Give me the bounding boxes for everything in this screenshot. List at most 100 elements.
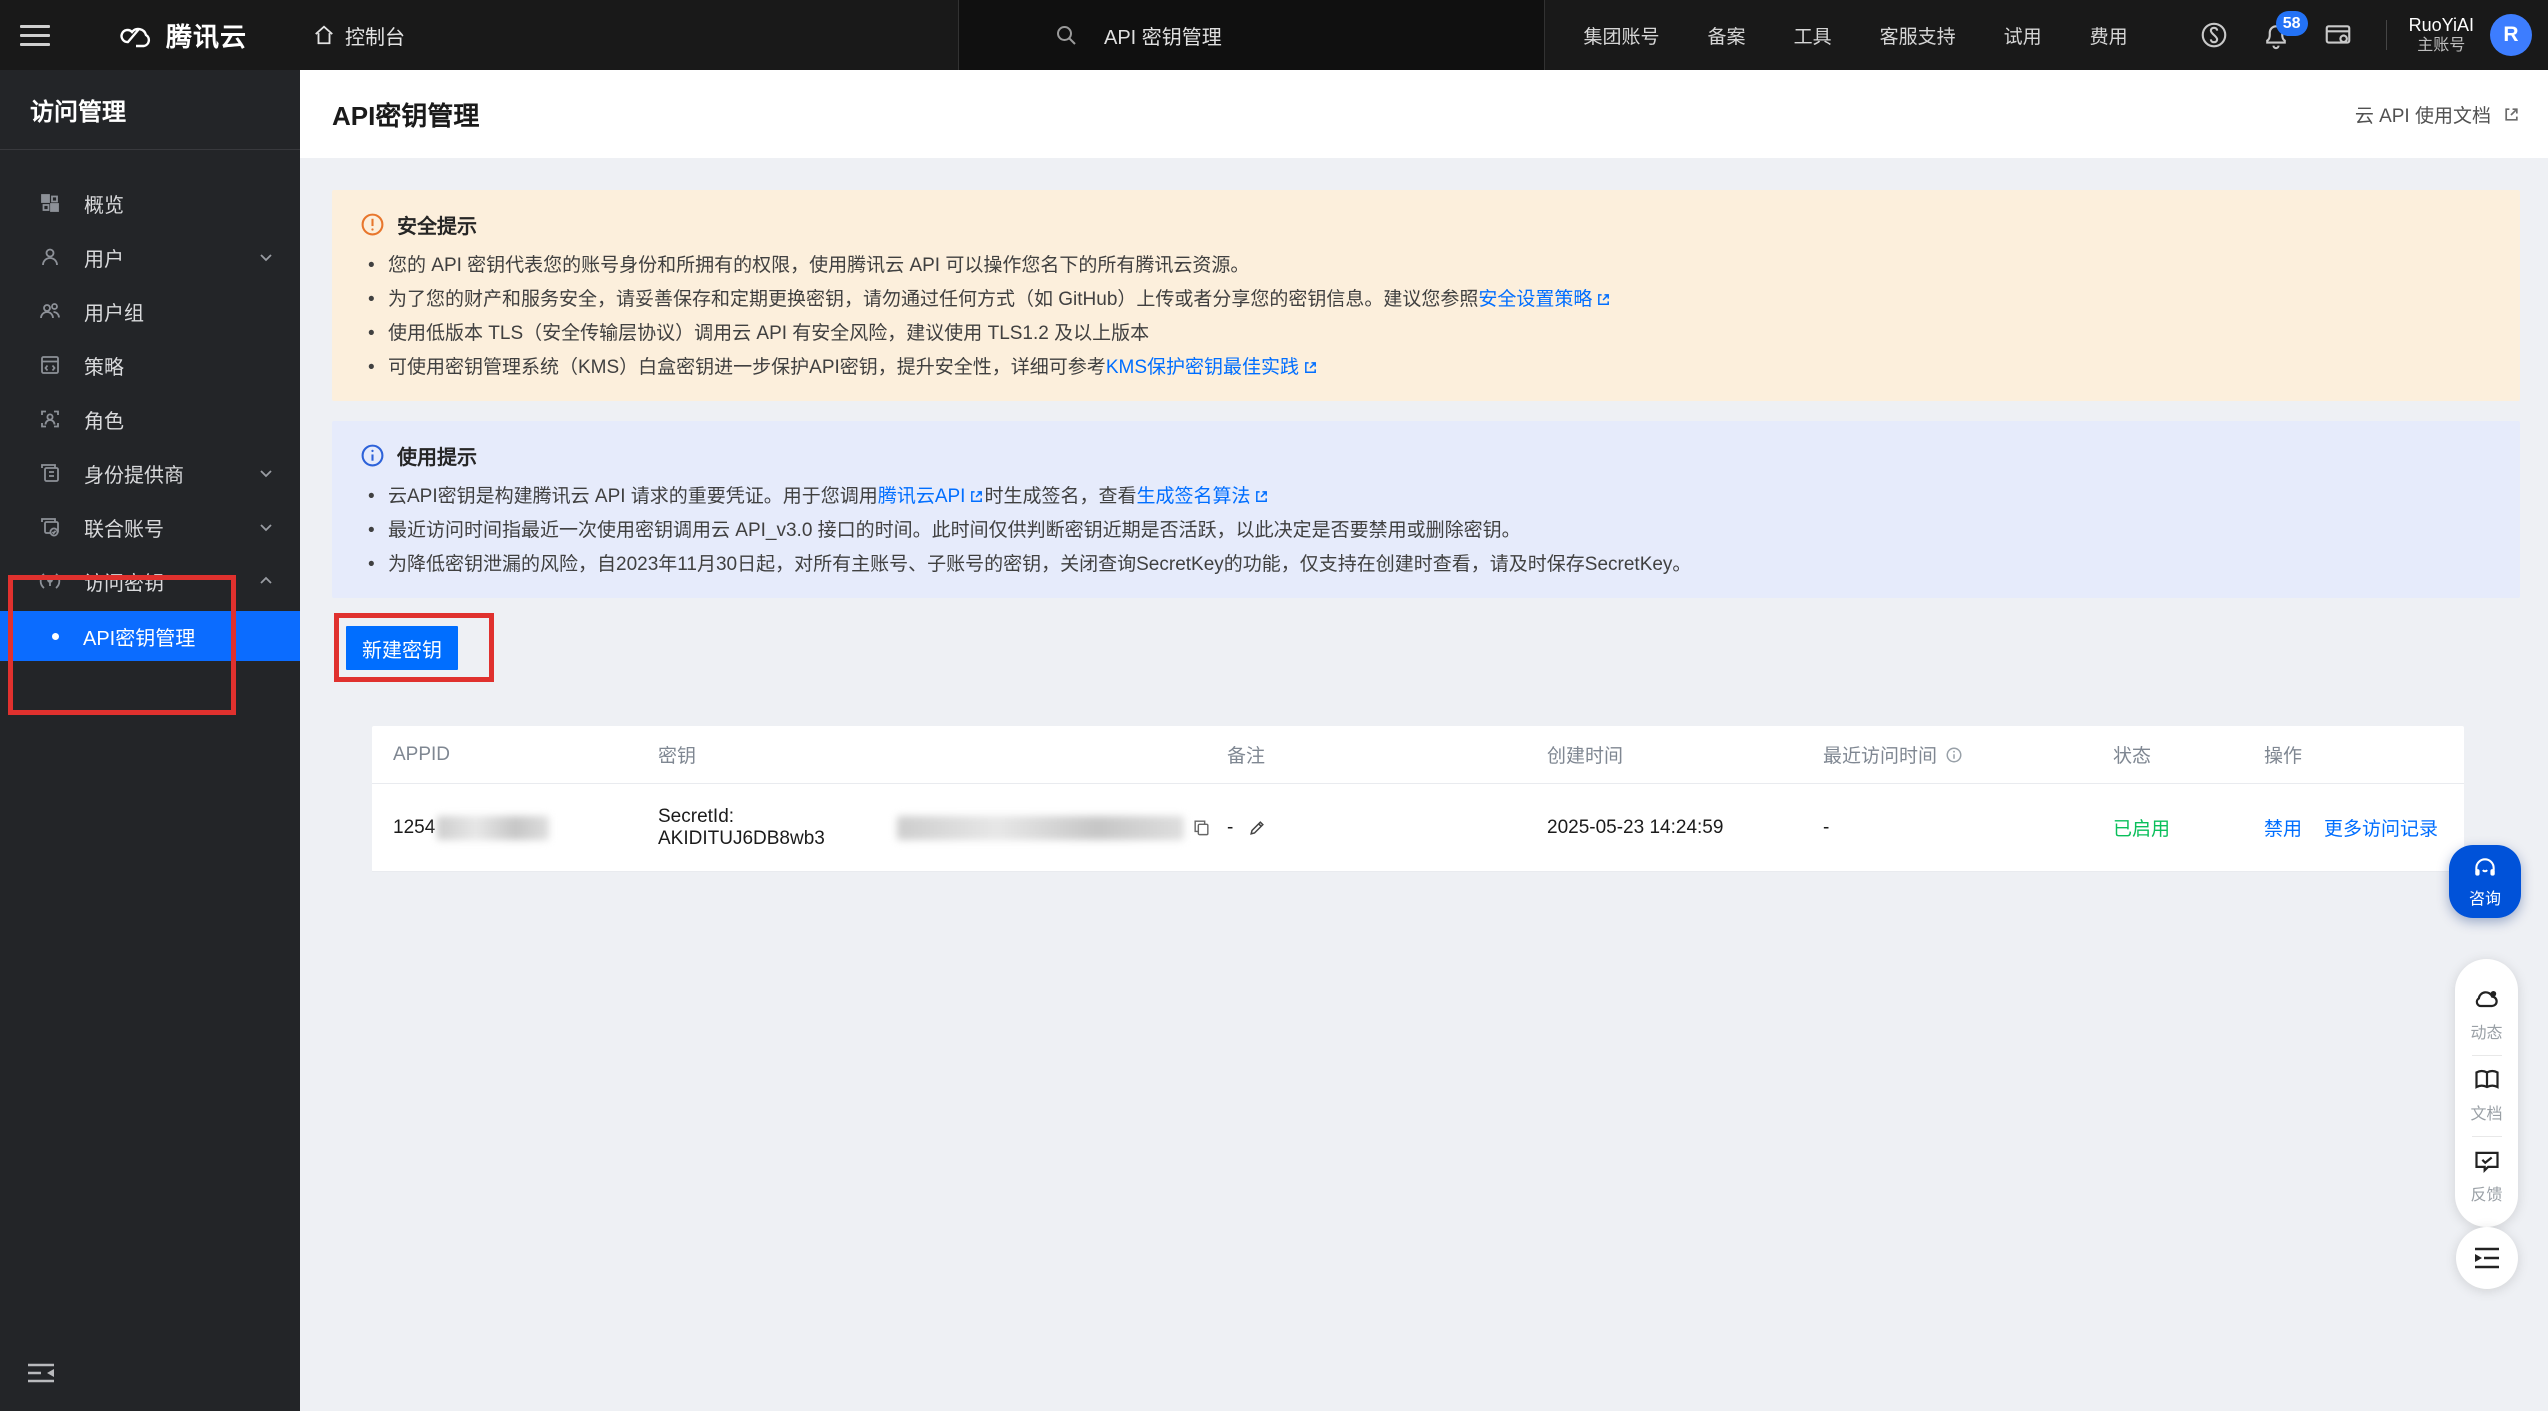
sidebar-item-label: 用户组 — [84, 302, 144, 325]
sidebar-item-label: 访问密钥 — [84, 572, 164, 595]
cell-appid: 1254 — [393, 815, 658, 840]
console-link[interactable]: 控制台 — [313, 21, 405, 50]
col-header-note: 备注 — [1227, 746, 1266, 767]
home-icon — [313, 24, 335, 46]
users-icon — [38, 299, 62, 323]
cell-created: 2025-05-23 14:24:59 — [1547, 816, 1724, 838]
chevron-down-icon — [258, 465, 274, 481]
active-bullet-dot — [52, 632, 59, 640]
feed-button[interactable]: 动态 — [2455, 975, 2518, 1055]
sidebar-item-overview[interactable]: 概览 — [0, 176, 300, 230]
notifications-bell-icon[interactable]: 58 — [2256, 11, 2308, 55]
external-link-icon — [969, 489, 984, 504]
feed-label: 动态 — [2470, 1025, 2503, 1042]
col-header-appid: APPID — [393, 743, 451, 765]
top-menu-icp[interactable]: 备案 — [1708, 22, 1746, 49]
sidebar-item-users[interactable]: 用户 — [0, 230, 300, 284]
policy-icon — [38, 353, 62, 377]
security-tip-item: 为了您的财产和服务安全，请妥善保存和定期更换密钥，请勿通过任何方式（如 GitH… — [366, 283, 2492, 317]
search-icon — [1054, 23, 1078, 47]
global-search-input[interactable]: API 密钥管理 — [958, 0, 1545, 70]
main-area: API密钥管理 云 API 使用文档 安全提示 您的 API 密钥代 — [300, 70, 2548, 1411]
headset-icon — [2472, 855, 2498, 881]
panel-toggle-button[interactable] — [2456, 1227, 2518, 1289]
top-navbar: 腾讯云 控制台 API 密钥管理 集团账号 备案 工具 客服支持 试用 费用 5… — [0, 0, 2548, 70]
sidebar-item-label: 概览 — [84, 194, 124, 217]
chevron-down-icon — [258, 249, 274, 265]
top-menu-tools[interactable]: 工具 — [1794, 22, 1832, 49]
signature-algorithm-link[interactable]: 生成签名算法 — [1136, 486, 1250, 507]
cloud-feed-icon — [2473, 985, 2501, 1013]
tencent-cloud-api-link[interactable]: 腾讯云API — [878, 486, 966, 507]
copy-icon[interactable] — [1192, 818, 1211, 837]
search-query-text: API 密钥管理 — [1104, 26, 1222, 49]
sidebar-item-federated-accounts[interactable]: 联合账号 — [0, 500, 300, 554]
book-icon — [2473, 1066, 2501, 1094]
feedback-label: 反馈 — [2470, 1187, 2503, 1204]
top-menu-trial[interactable]: 试用 — [2004, 22, 2042, 49]
user-avatar[interactable]: R — [2490, 14, 2532, 56]
cell-actions: 禁用 更多访问记录 — [2264, 814, 2476, 841]
sidebar-item-access-keys[interactable]: 访问密钥 — [0, 554, 300, 608]
feedback-bubble-icon — [2473, 1147, 2501, 1175]
sidebar-item-roles[interactable]: 角色 — [0, 392, 300, 446]
cloud-logo-icon — [118, 20, 154, 50]
hamburger-menu-icon[interactable] — [0, 0, 70, 70]
security-tip-item: 可使用密钥管理系统（KMS）白盒密钥进一步保护API密钥，提升安全性，详细可参考… — [366, 351, 2492, 385]
top-menu-support[interactable]: 客服支持 — [1880, 22, 1956, 49]
sidebar-item-policies[interactable]: 策略 — [0, 338, 300, 392]
identity-provider-icon — [38, 461, 62, 485]
sidebar-subitem-api-key-management-active[interactable]: API密钥管理 — [0, 611, 300, 661]
top-menu-group-account[interactable]: 集团账号 — [1584, 22, 1660, 49]
cell-secret: SecretId: AKIDITUJ6DB8wb3 — [658, 806, 1227, 850]
consult-float-button[interactable]: 咨询 — [2449, 845, 2521, 918]
sidebar-item-identity-providers[interactable]: 身份提供商 — [0, 446, 300, 500]
shortcuts-icon[interactable] — [2194, 15, 2234, 55]
feedback-button[interactable]: 反馈 — [2455, 1137, 2518, 1217]
page-header: API密钥管理 云 API 使用文档 — [300, 70, 2548, 158]
security-policy-link[interactable]: 安全设置策略 — [1478, 289, 1592, 310]
security-tips-title: 安全提示 — [397, 216, 477, 238]
grid-icon — [38, 191, 62, 215]
user-account-menu[interactable]: RuoYiAI 主账号 — [2409, 14, 2474, 57]
sidebar: 访问管理 概览 用户 用户组 策略 角色 身份提供商 联合账号 访问密钥 API… — [0, 70, 300, 1411]
more-access-records-link[interactable]: 更多访问记录 — [2324, 814, 2438, 841]
col-header-actions: 操作 — [2264, 746, 2303, 767]
cell-last-access: - — [1823, 816, 1830, 838]
sidebar-collapse-icon[interactable] — [24, 1359, 60, 1389]
redacted-secret — [896, 815, 1184, 840]
table-header-row: APPID 密钥 备注 创建时间 最近访问时间 状态 操作 — [372, 726, 2464, 784]
cell-note: - — [1227, 817, 1547, 839]
notification-badge: 58 — [2275, 11, 2308, 36]
sidebar-title: 访问管理 — [0, 70, 300, 150]
tencent-cloud-logo[interactable]: 腾讯云 — [118, 17, 247, 54]
chevron-down-icon — [258, 519, 274, 535]
sidebar-item-label: 身份提供商 — [84, 464, 184, 487]
table-row: 1254 SecretId: AKIDITUJ6DB8wb3 - 2025-05… — [372, 784, 2464, 872]
kms-best-practice-link[interactable]: KMS保护密钥最佳实践 — [1106, 357, 1299, 378]
sidebar-item-label: 用户 — [84, 248, 124, 271]
api-doc-link[interactable]: 云 API 使用文档 — [2355, 101, 2520, 128]
info-tooltip-icon[interactable] — [1945, 746, 1963, 764]
role-icon — [38, 407, 62, 431]
col-header-created: 创建时间 — [1547, 746, 1624, 767]
col-header-status: 状态 — [2113, 746, 2152, 767]
sidebar-item-user-groups[interactable]: 用户组 — [0, 284, 300, 338]
status-badge: 已启用 — [2113, 819, 2171, 840]
docs-button[interactable]: 文档 — [2455, 1056, 2518, 1136]
console-settings-icon[interactable] — [2318, 15, 2358, 55]
create-key-button[interactable]: 新建密钥 — [346, 626, 458, 670]
float-toolbar: 动态 文档 反馈 — [2455, 959, 2518, 1227]
external-link-icon — [1303, 360, 1318, 375]
user-type: 主账号 — [2417, 37, 2466, 55]
sidebar-item-label: 角色 — [84, 410, 124, 433]
usage-tip-item: 最近访问时间指最近一次使用密钥调用云 API_v3.0 接口的时间。此时间仅供判… — [366, 514, 2492, 548]
disable-key-link[interactable]: 禁用 — [2264, 814, 2302, 841]
api-key-table: APPID 密钥 备注 创建时间 最近访问时间 状态 操作 1254 Secre… — [372, 726, 2464, 872]
col-header-secret: 密钥 — [658, 746, 697, 767]
sidebar-item-label: 策略 — [84, 356, 124, 379]
top-menu-billing[interactable]: 费用 — [2090, 22, 2128, 49]
external-link-icon — [1254, 489, 1269, 504]
usage-tips-panel: 使用提示 云API密钥是构建腾讯云 API 请求的重要凭证。用于您调用腾讯云AP… — [332, 421, 2520, 598]
edit-pencil-icon[interactable] — [1247, 818, 1267, 838]
